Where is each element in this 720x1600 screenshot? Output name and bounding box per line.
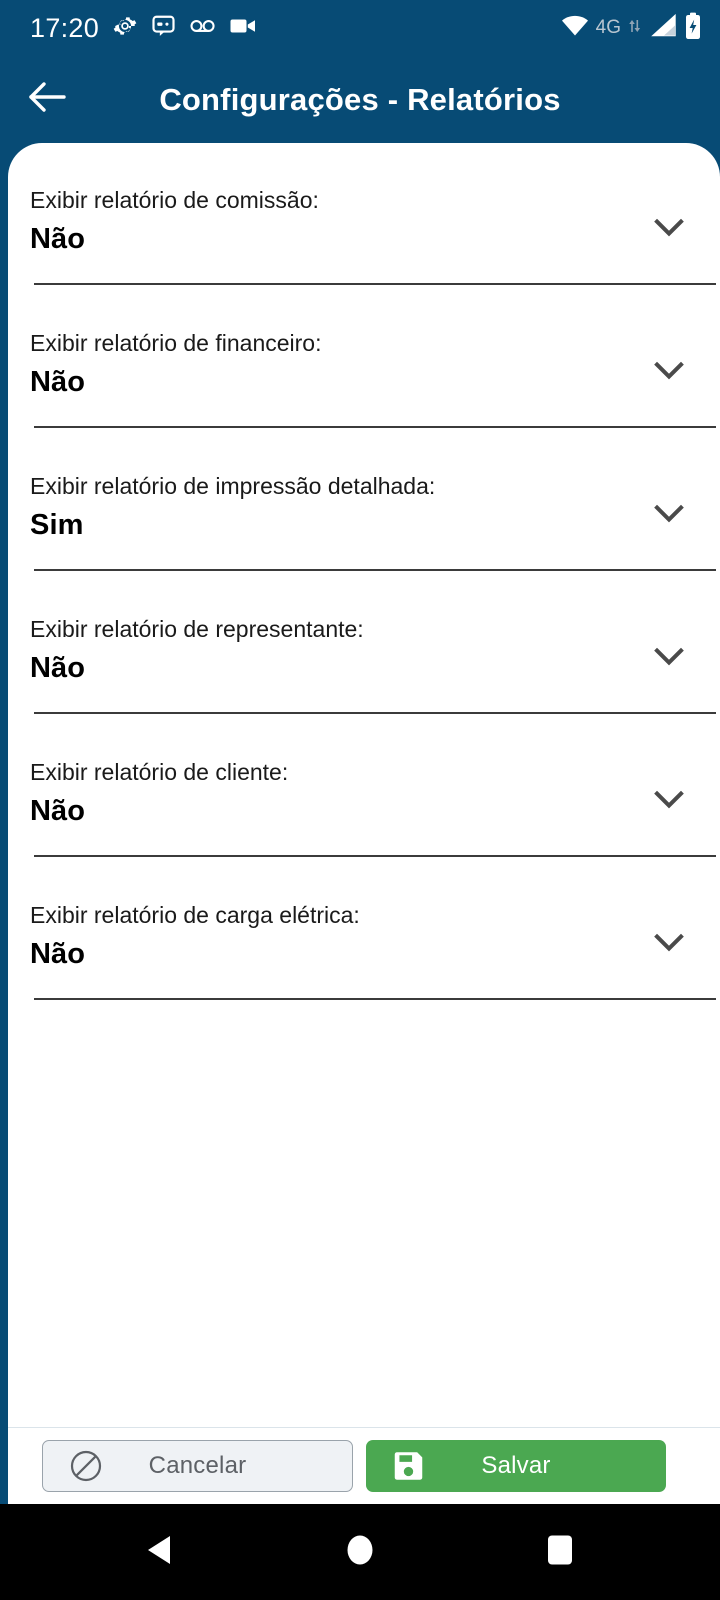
setting-row-carga-eletrica[interactable]: Exibir relatório de carga elétrica: Não [8,887,720,1000]
chevron-down-icon[interactable] [654,790,684,814]
setting-value: Não [30,366,86,398]
setting-value: Não [30,938,86,970]
row-spacer [8,714,720,744]
save-button[interactable]: Salvar [366,1440,666,1492]
cancel-button-label: Cancelar [148,1452,247,1479]
row-divider [34,855,716,857]
row-divider [34,712,716,714]
video-camera-icon [230,17,256,40]
setting-value: Não [30,652,86,684]
settings-list: Exibir relatório de comissão: Não Exibir… [8,143,720,1427]
android-navigation-bar [0,1504,720,1600]
setting-row-financeiro[interactable]: Exibir relatório de financeiro: Não [8,315,720,428]
status-bar: 17:20 4G [0,0,720,56]
voicemail-icon [189,16,217,41]
back-triangle-icon [145,1534,175,1571]
content-card: Exibir relatório de comissão: Não Exibir… [8,143,720,1504]
app-bar: Configurações - Relatórios [0,56,720,143]
wifi-icon [561,15,589,42]
setting-label: Exibir relatório de cliente: [30,759,289,785]
chevron-down-icon[interactable] [654,218,684,242]
setting-value: Não [30,795,86,827]
row-spacer [8,285,720,315]
row-spacer [8,857,720,887]
cellular-signal-icon [648,13,677,42]
chat-message-icon [151,13,176,43]
home-circle-icon [345,1533,375,1572]
nav-home-button[interactable] [315,1507,405,1597]
row-divider [34,998,716,1000]
setting-label: Exibir relatório de impressão detalhada: [30,473,436,499]
row-divider [34,283,716,285]
status-bar-left: 17:20 [30,13,256,44]
setting-row-comissao[interactable]: Exibir relatório de comissão: Não [8,172,720,285]
nav-back-button[interactable] [115,1507,205,1597]
network-type-label: 4G [595,17,621,38]
recents-square-icon [546,1533,574,1572]
chevron-down-icon[interactable] [654,361,684,385]
data-transfer-icon [628,17,641,40]
setting-row-cliente[interactable]: Exibir relatório de cliente: Não [8,744,720,857]
chevron-down-icon[interactable] [654,504,684,528]
setting-label: Exibir relatório de carga elétrica: [30,902,360,928]
row-divider [34,569,716,571]
row-divider [34,426,716,428]
cancel-button[interactable]: Cancelar [42,1440,353,1492]
setting-label: Exibir relatório de comissão: [30,187,319,213]
save-button-label: Salvar [481,1452,551,1479]
setting-value: Não [30,223,86,255]
status-bar-right: 4G [561,12,702,45]
setting-label: Exibir relatório de financeiro: [30,330,322,356]
row-spacer [8,571,720,601]
status-clock: 17:20 [30,12,100,43]
setting-label: Exibir relatório de representante: [30,616,364,642]
arrow-left-icon [28,80,68,119]
row-spacer [8,428,720,458]
nav-recents-button[interactable] [515,1507,605,1597]
app-root: 17:20 4G Configurações - Relatórios Exib… [0,0,720,1600]
chevron-down-icon[interactable] [654,933,684,957]
page-title: Configurações - Relatórios [159,81,561,117]
settings-gear-icon [112,13,138,44]
block-prohibited-icon [69,1449,103,1483]
setting-row-representante[interactable]: Exibir relatório de representante: Não [8,601,720,714]
action-bar: Cancelar Salvar [8,1428,720,1504]
battery-charging-icon [684,12,702,45]
setting-value: Sim [30,509,84,541]
setting-row-impressao-detalhada[interactable]: Exibir relatório de impressão detalhada:… [8,458,720,571]
chevron-down-icon[interactable] [654,647,684,671]
floppy-disk-save-icon [392,1450,425,1483]
back-button[interactable] [15,67,81,133]
